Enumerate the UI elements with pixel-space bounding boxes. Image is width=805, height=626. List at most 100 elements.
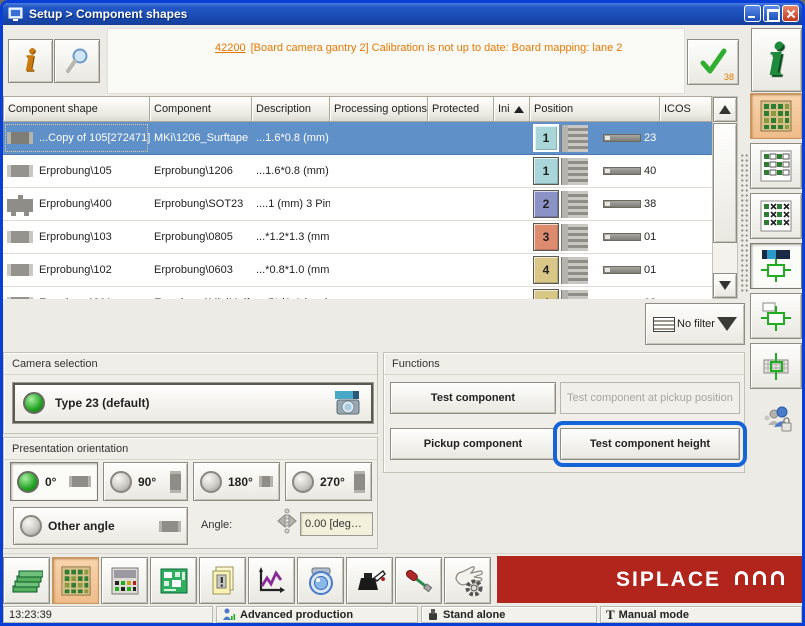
col-ini[interactable]: Ini bbox=[494, 96, 530, 122]
sidebar-component-matrix-button[interactable] bbox=[750, 193, 802, 239]
test-component-button[interactable]: Test component bbox=[390, 382, 556, 414]
toolbar-board-button[interactable] bbox=[150, 557, 197, 604]
led-on-icon bbox=[23, 392, 45, 414]
oil-can-icon bbox=[354, 565, 386, 597]
feeder-icon bbox=[562, 224, 588, 251]
sidebar-component-vision-button[interactable] bbox=[750, 243, 802, 289]
info-button[interactable]: i bbox=[8, 39, 53, 83]
standalone-icon bbox=[427, 608, 439, 621]
chip-shape-icon bbox=[7, 132, 33, 144]
feeder-icon bbox=[562, 191, 588, 218]
feeder-icon bbox=[562, 257, 588, 284]
status-connection: Stand alone bbox=[421, 606, 597, 623]
job-stack-icon bbox=[11, 565, 43, 597]
component-vertical-icon bbox=[354, 471, 365, 493]
toolbar-manual-operation-button[interactable] bbox=[444, 557, 491, 604]
orientation-90-radio[interactable]: 90° bbox=[103, 462, 188, 501]
toolbar-error-log-button[interactable] bbox=[199, 557, 246, 604]
scrollbar-thumb[interactable] bbox=[713, 123, 737, 243]
status-time: 13:23:39 bbox=[3, 606, 213, 623]
toolbar-maintenance-button[interactable] bbox=[346, 557, 393, 604]
toolbar-component-shapes-button[interactable] bbox=[52, 557, 99, 604]
scroll-down-button[interactable] bbox=[713, 273, 737, 298]
statistics-icon bbox=[256, 565, 288, 597]
filter-dropdown[interactable]: No filter bbox=[645, 303, 745, 345]
camera-group-title: Camera selection bbox=[4, 353, 377, 375]
table-row[interactable]: Erprobung\103 Erprobung\0805 ...*1.2*1.3… bbox=[3, 221, 712, 254]
error-docs-icon bbox=[207, 565, 239, 597]
col-description[interactable]: Description bbox=[252, 96, 330, 122]
component-table-icon bbox=[60, 565, 92, 597]
position-badge: 4 bbox=[533, 256, 559, 284]
table-row-selected[interactable]: ...Copy of 105[272471] MKi\1206_Surftape… bbox=[3, 122, 712, 155]
orientation-270-radio[interactable]: 270° bbox=[285, 462, 372, 501]
feeder-panel-icon bbox=[109, 565, 141, 597]
sidebar-grid-teach-button[interactable] bbox=[750, 343, 802, 389]
inspect-button[interactable] bbox=[54, 39, 100, 83]
scroll-up-button[interactable] bbox=[713, 97, 737, 122]
position-badge: 2 bbox=[533, 190, 559, 218]
toolbar-jobs-button[interactable] bbox=[3, 557, 50, 604]
component-list-icon bbox=[759, 149, 793, 183]
table-row[interactable]: Erprobung\400 Erprobung\SOT23 ....1 (mm)… bbox=[3, 188, 712, 221]
led-on-icon bbox=[17, 471, 39, 493]
position-badge: 1 bbox=[533, 124, 559, 152]
toolbar-service-button[interactable] bbox=[395, 557, 442, 604]
orientation-0-radio[interactable]: 0° bbox=[10, 462, 98, 501]
help-button[interactable]: i bbox=[751, 28, 802, 92]
pickup-component-button[interactable]: Pickup component bbox=[390, 428, 556, 460]
brand-banner: SIPLACE bbox=[497, 556, 802, 603]
orientation-other-radio[interactable]: Other angle bbox=[13, 507, 188, 545]
sidebar-user-permissions-button[interactable] bbox=[750, 393, 802, 439]
table-scrollbar bbox=[712, 96, 738, 299]
app-window: Setup > Component shapes i 42200[Board c… bbox=[0, 0, 805, 626]
camera-type-button[interactable]: Type 23 (default) bbox=[13, 383, 373, 423]
toolbar-vision-button[interactable] bbox=[297, 557, 344, 604]
table-row[interactable]: Erprobung\102 Erprobung\0603 ...*0.8*1.0… bbox=[3, 254, 712, 287]
camera-icon bbox=[329, 390, 363, 416]
test-component-height-button[interactable]: Test component height bbox=[560, 428, 740, 460]
angle-input[interactable]: 0.00 [deg… bbox=[300, 512, 373, 536]
table-row[interactable]: Erprobung\105 Erprobung\1206 ...1.6*0.8 … bbox=[3, 155, 712, 188]
toolbar-feeder-status-button[interactable] bbox=[101, 557, 148, 604]
component-table: ...Copy of 105[272471] MKi\1206_Surftape… bbox=[3, 122, 712, 299]
brand-logo: SIPLACE bbox=[616, 568, 721, 592]
feeder-icon bbox=[562, 125, 588, 152]
component-shapes-table-icon bbox=[759, 99, 793, 133]
scroll-down-icon bbox=[719, 281, 731, 290]
brand-mark-icon bbox=[735, 571, 784, 588]
minimize-button[interactable] bbox=[744, 5, 761, 22]
toolbar-statistics-button[interactable] bbox=[248, 557, 295, 604]
maximize-button[interactable] bbox=[763, 5, 780, 22]
col-component[interactable]: Component bbox=[150, 96, 252, 122]
titlebar: Setup > Component shapes bbox=[3, 3, 802, 25]
test-component-at-pickup-button: Test component at pickup position bbox=[560, 382, 740, 414]
table-header: Component shape Component Description Pr… bbox=[3, 96, 712, 122]
level-bar-icon bbox=[603, 134, 641, 142]
orientation-group-title: Presentation orientation bbox=[4, 438, 377, 460]
confirm-button[interactable]: 38 bbox=[687, 39, 739, 85]
warning-code-link[interactable]: 42200 bbox=[215, 42, 246, 54]
col-protected[interactable]: Protected bbox=[428, 96, 494, 122]
chip-shape-icon bbox=[7, 165, 33, 177]
sidebar-component-list-button[interactable] bbox=[750, 143, 802, 189]
col-component-shape[interactable]: Component shape bbox=[3, 96, 150, 122]
orientation-180-radio[interactable]: 180° bbox=[193, 462, 280, 501]
col-icos[interactable]: ICOS bbox=[660, 96, 712, 122]
sidebar-component-shapes-button[interactable] bbox=[750, 93, 802, 139]
angle-spinner[interactable] bbox=[277, 508, 297, 537]
status-input-mode: T Manual mode bbox=[600, 606, 802, 623]
panel-splitter[interactable] bbox=[740, 153, 749, 293]
statusbar: 13:23:39 Advanced production Stand alone… bbox=[3, 606, 802, 623]
col-position[interactable]: Position bbox=[530, 96, 660, 122]
component-horizontal-icon bbox=[69, 476, 91, 487]
close-button[interactable] bbox=[782, 5, 799, 22]
table-row[interactable]: Erprobung\201 Erprobung\MiniMelf ....5*d… bbox=[3, 287, 712, 299]
help-info-icon: i bbox=[768, 35, 785, 86]
status-production-mode: Advanced production bbox=[216, 606, 418, 623]
led-off-icon bbox=[110, 471, 132, 493]
component-x-grid-icon bbox=[759, 199, 793, 233]
sidebar-component-outline-button[interactable] bbox=[750, 293, 802, 339]
col-processing-options[interactable]: Processing options bbox=[330, 96, 428, 122]
window-title: Setup > Component shapes bbox=[29, 7, 187, 21]
